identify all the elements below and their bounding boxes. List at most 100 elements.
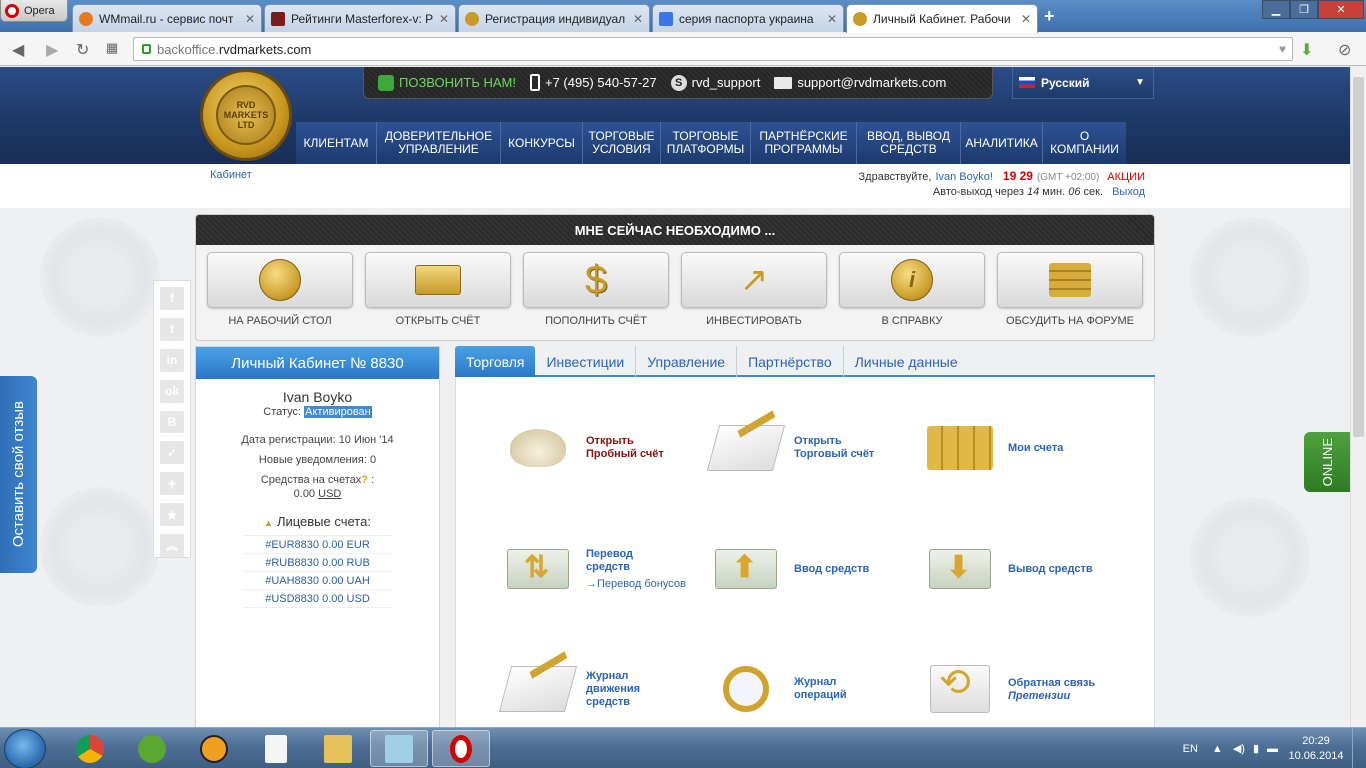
scroll-up-icon[interactable]: ︽ <box>160 534 184 558</box>
linkedin-icon[interactable]: in <box>160 348 184 372</box>
email-contact[interactable]: support@rvdmarkets.com <box>774 75 946 90</box>
deposit-funds[interactable]: ⬆ Ввод средств <box>706 534 869 604</box>
taskbar-solitaire[interactable] <box>248 730 304 767</box>
call-us-button[interactable]: ПОЗВОНИТЬ НАМ! <box>378 74 516 91</box>
back-icon[interactable]: ◀ <box>12 40 24 60</box>
bookmark-heart-icon[interactable]: ♥ <box>1279 42 1286 56</box>
withdraw-funds[interactable]: ⬇ Вывод средств <box>920 534 1093 604</box>
volume-icon[interactable]: ◀) <box>1233 742 1245 755</box>
maximize-button[interactable]: ❐ <box>1290 0 1318 19</box>
nav-trading-conditions[interactable]: ТОРГОВЫЕ УСЛОВИЯ <box>582 122 660 164</box>
open-demo-account[interactable]: Открыть Пробный счёт <box>498 413 686 483</box>
logout-link[interactable]: Выход <box>1112 186 1145 198</box>
opera-menu-button[interactable]: Opera <box>0 0 68 22</box>
google-plus-icon[interactable]: ✦ <box>160 472 184 496</box>
quick-action-desktop[interactable]: НА РАБОЧИЙ СТОЛ <box>207 252 353 327</box>
url-input[interactable]: backoffice.rvdmarkets.com ♥ <box>133 37 1293 61</box>
speed-dial-icon[interactable]: ▦ <box>106 40 118 56</box>
online-chat-tab[interactable]: ONLINE <box>1304 432 1350 492</box>
tab-partnership[interactable]: Партнёрство <box>736 346 843 377</box>
funds-currency[interactable]: USD <box>318 488 341 500</box>
close-tab-icon[interactable]: ✕ <box>827 12 837 26</box>
page-scrollbar[interactable] <box>1350 67 1366 727</box>
browser-tab-google[interactable]: серия паспорта украина ✕ <box>652 4 844 32</box>
transfer-bonus-link[interactable]: →Перевод бонусов <box>586 578 686 590</box>
close-window-button[interactable]: ✕ <box>1318 0 1364 19</box>
start-button[interactable] <box>4 729 46 768</box>
quick-action-help[interactable]: i В СПРАВКУ <box>839 252 985 327</box>
nav-about[interactable]: О КОМПАНИИ <box>1042 122 1126 164</box>
scrollbar-thumb[interactable] <box>1353 77 1364 437</box>
show-desktop-button[interactable] <box>1352 728 1366 768</box>
twitter-icon[interactable]: t <box>160 317 184 341</box>
mailru-icon[interactable]: ✓ <box>160 441 184 465</box>
account-row[interactable]: #RUB8830 0.00 RUB <box>242 554 393 572</box>
help-question-icon[interactable]: ? <box>361 474 368 486</box>
taskbar-aimp[interactable] <box>186 730 242 767</box>
taskbar-clock[interactable]: 20:29 10.06.2014 <box>1286 734 1346 764</box>
forward-icon[interactable]: ▶ <box>46 40 58 60</box>
quick-action-open-account[interactable]: ОТКРЫТЬ СЧЁТ <box>365 252 511 327</box>
language-select[interactable]: Русский ▼ <box>1012 67 1154 99</box>
close-tab-icon[interactable]: ✕ <box>439 12 449 26</box>
browser-tab-masterforex[interactable]: Рейтинги Masterforex-v: Р ✕ <box>264 4 456 32</box>
tab-management[interactable]: Управление <box>635 346 736 377</box>
input-language[interactable]: EN <box>1183 743 1198 755</box>
account-row[interactable]: #EUR8830 0.00 EUR <box>242 536 393 554</box>
odnoklassniki-icon[interactable]: ok <box>160 379 184 403</box>
minimize-button[interactable]: ▁ <box>1262 0 1290 19</box>
quick-action-forum[interactable]: ОБСУДИТЬ НА ФОРУМЕ <box>997 252 1143 327</box>
facebook-icon[interactable]: f <box>160 287 184 310</box>
favorite-star-icon[interactable]: ★ <box>160 503 184 527</box>
nav-clients[interactable]: КЛИЕНТАМ <box>296 122 376 164</box>
new-tab-button[interactable]: + <box>1044 6 1055 27</box>
rvd-logo[interactable]: RVD MARKETS LTD <box>200 69 292 161</box>
nav-contests[interactable]: КОНКУРСЫ <box>500 122 582 164</box>
tab-trading[interactable]: Торговля <box>455 346 536 377</box>
feedback-tab[interactable]: Оставить свой отзыв <box>0 376 37 573</box>
nav-partner-programs[interactable]: ПАРТНЁРСКИЕ ПРОГРАММЫ <box>750 122 856 164</box>
taskbar-chrome[interactable] <box>62 730 118 767</box>
taskbar-explorer[interactable] <box>310 730 366 767</box>
funds-journal[interactable]: Журнал движения средств <box>498 654 660 724</box>
network-icon[interactable]: ▮ <box>1253 742 1259 755</box>
close-tab-icon[interactable]: ✕ <box>1021 12 1031 26</box>
feedback-claims[interactable]: ⟲ Обратная связь Претензии <box>920 654 1095 724</box>
my-accounts[interactable]: Мои счета <box>920 413 1063 483</box>
taskbar-utorrent[interactable] <box>124 730 180 767</box>
user-link[interactable]: Ivan Boyko! <box>935 171 992 183</box>
browser-tab-registration[interactable]: Регистрация индивидуал ✕ <box>458 4 650 32</box>
open-trading-label: Открыть Торговый счёт <box>794 435 875 460</box>
taskbar-opera[interactable] <box>432 730 490 767</box>
download-icon[interactable]: ⬇ <box>1300 40 1313 60</box>
promotions-link[interactable]: АКЦИИ <box>1107 171 1145 183</box>
transfer-funds[interactable]: ⇅ Перевод средств →Перевод бонусов <box>498 534 686 604</box>
tab-personal-data[interactable]: Личные данные <box>842 346 969 377</box>
skype-contact[interactable]: S rvd_support <box>670 74 760 91</box>
operations-journal[interactable]: Журнал операций <box>706 654 864 724</box>
stop-icon[interactable]: ⊘ <box>1338 40 1351 60</box>
claims-link[interactable]: Претензии <box>1008 690 1095 702</box>
operations-journal-label: Журнал операций <box>794 676 847 701</box>
tab-investments[interactable]: Инвестиции <box>535 346 635 377</box>
reload-icon[interactable]: ↻ <box>76 40 89 60</box>
taskbar-notepad[interactable] <box>370 730 428 767</box>
close-tab-icon[interactable]: ✕ <box>245 12 255 26</box>
online-label: ONLINE <box>1319 437 1335 487</box>
browser-tab-cabinet[interactable]: Личный Кабинет. Рабочи ✕ <box>846 4 1038 33</box>
tray-expand-icon[interactable]: ▲ <box>1212 743 1223 755</box>
power-icon[interactable]: ▬ <box>1267 743 1278 755</box>
quick-action-invest[interactable]: ↗ ИНВЕСТИРОВАТЬ <box>681 252 827 327</box>
browser-tab-wmmail[interactable]: WMmail.ru - сервис почт ✕ <box>72 4 262 32</box>
vkontakte-icon[interactable]: B <box>160 410 184 434</box>
account-row[interactable]: #UAH8830 0.00 UAH <box>242 572 393 590</box>
nav-trust-management[interactable]: ДОВЕРИТЕЛЬНОЕ УПРАВЛЕНИЕ <box>376 122 500 164</box>
quick-action-fund-account[interactable]: $ ПОПОЛНИТЬ СЧЁТ <box>523 252 669 327</box>
nav-trading-platforms[interactable]: ТОРГОВЫЕ ПЛАТФОРМЫ <box>660 122 750 164</box>
nav-analytics[interactable]: АНАЛИТИКА <box>960 122 1042 164</box>
nav-deposit-withdraw[interactable]: ВВОД, ВЫВОД СРЕДСТВ <box>856 122 960 164</box>
account-row[interactable]: #USD8830 0.00 USD <box>242 590 393 608</box>
close-tab-icon[interactable]: ✕ <box>633 12 643 26</box>
breadcrumb[interactable]: Кабинет <box>210 169 252 181</box>
open-trading-account[interactable]: Открыть Торговый счёт <box>706 413 894 483</box>
